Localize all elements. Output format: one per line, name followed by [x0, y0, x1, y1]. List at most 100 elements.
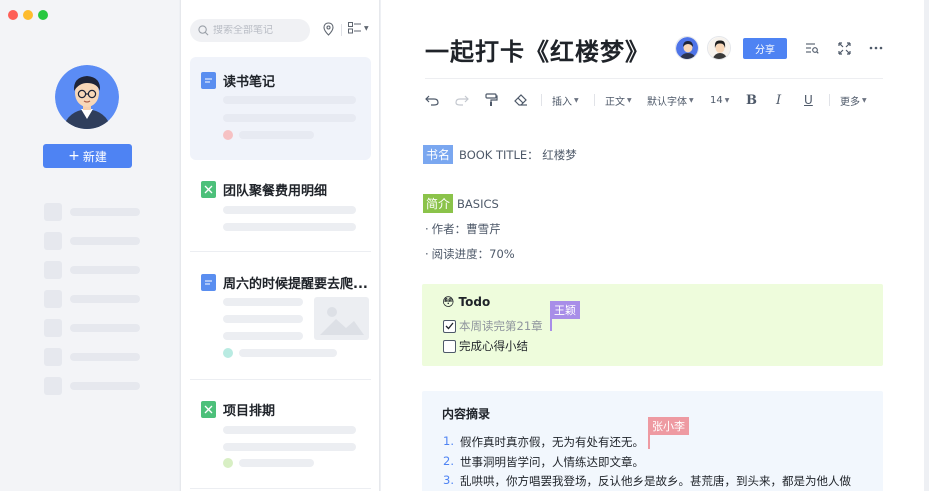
insert-menu-label: 插入: [552, 96, 572, 108]
summary-title: 内容摘录: [442, 407, 491, 421]
summary-list-item: 3. 乱哄哄，你方唱罢我登场，反认他乡是故乡。甚荒唐，到头来，都是为他人做: [443, 473, 851, 488]
todo-item-text: 完成心得小结: [459, 339, 528, 353]
editor-panel: 一起打卡《红楼梦》 分享 插入 ▼ 正文 ▼ 默认字体 ▼ 14 ▼ B I U…: [381, 0, 924, 491]
sidebar-placeholder-item: [44, 203, 140, 221]
maximize-window-button[interactable]: [38, 10, 48, 20]
summary-list-item: 2. 世事洞明皆学问，人情练达即文章。: [443, 454, 644, 469]
sidebar-placeholder-item: [44, 290, 140, 308]
chevron-down-icon: ▼: [862, 96, 867, 104]
sidebar-placeholder-item: [44, 348, 140, 366]
flushed-face-emoji: 😳: [442, 295, 455, 309]
collaborator-avatar[interactable]: [707, 36, 731, 60]
chevron-down-icon: ▼: [627, 96, 632, 104]
paragraph-style-label: 正文: [605, 96, 625, 108]
chevron-down-icon: ▼: [364, 24, 369, 32]
fullscreen-icon[interactable]: [836, 40, 852, 56]
minimize-window-button[interactable]: [23, 10, 33, 20]
note-item-reading[interactable]: 读书笔记: [190, 57, 371, 160]
todo-title: 😳 Todo: [442, 295, 490, 309]
note-item-project-schedule[interactable]: 项目排期: [190, 389, 371, 484]
author-text: 作者：曹雪芹: [431, 222, 501, 236]
format-toolbar: 插入 ▼ 正文 ▼ 默认字体 ▼ 14 ▼ B I U 更多 ▼: [425, 90, 883, 110]
sidebar-placeholder-item: [44, 319, 140, 337]
user-avatar[interactable]: [55, 65, 119, 129]
book-title-text: BOOK TITLE： 红楼梦: [459, 147, 577, 162]
sidebar-placeholder-item: [44, 377, 140, 395]
share-button[interactable]: 分享: [743, 38, 787, 59]
chevron-down-icon: ▼: [724, 96, 730, 104]
search-box[interactable]: [190, 19, 310, 42]
format-painter-icon[interactable]: [485, 90, 498, 110]
bold-button[interactable]: B: [746, 90, 757, 110]
doc-icon: [201, 72, 216, 89]
intro-line: 简介 BASICS: [423, 194, 499, 213]
undo-icon[interactable]: [425, 90, 439, 110]
image-thumbnail-icon: [314, 297, 369, 340]
close-window-button[interactable]: [8, 10, 18, 20]
chevron-down-icon: ▼: [574, 96, 579, 104]
window-controls: [8, 10, 48, 20]
doc-icon: [201, 274, 216, 291]
toolbar-divider: [541, 94, 542, 106]
list-divider: [190, 488, 371, 489]
sheet-icon: [201, 401, 216, 418]
new-button[interactable]: + 新建: [43, 144, 132, 168]
book-title-line: 书名 BOOK TITLE： 红楼梦: [423, 145, 577, 164]
todo-item-text: 本周读完第21章: [459, 319, 543, 333]
font-size-label: 14: [710, 94, 723, 106]
font-family-select[interactable]: 默认字体 ▼: [647, 90, 694, 110]
note-item-title: 团队聚餐费用明细: [223, 184, 328, 199]
todo-block: 😳 Todo 本周读完第21章 完成心得小结 王颖: [422, 284, 883, 366]
list-divider: [190, 251, 371, 252]
toolbar-divider: [829, 94, 830, 106]
todo-item[interactable]: 完成心得小结: [443, 338, 528, 354]
author-line: · 作者：曹雪芹: [425, 221, 501, 237]
collaborator-cursor-label: 王颖: [550, 301, 580, 319]
toolbar-divider: [341, 24, 342, 36]
font-family-label: 默认字体: [647, 96, 687, 108]
note-item-saturday-reminder[interactable]: 周六的时候提醒要去爬...: [190, 262, 371, 372]
view-mode-button[interactable]: ▼: [348, 22, 369, 34]
intro-label: BASICS: [457, 196, 499, 211]
more-format-menu[interactable]: 更多 ▼: [840, 90, 867, 110]
list-view-icon: [348, 22, 361, 34]
paragraph-style-select[interactable]: 正文 ▼: [605, 90, 632, 110]
more-options-icon[interactable]: [868, 40, 884, 56]
sidebar-placeholder-item: [44, 232, 140, 250]
summary-list-item: 1. 假作真时真亦假，无为有处有还无。: [443, 434, 644, 449]
new-button-label: 新建: [82, 149, 107, 164]
list-divider: [190, 379, 371, 380]
book-tag: 书名: [423, 145, 454, 164]
search-input[interactable]: [213, 25, 303, 36]
outline-icon[interactable]: [804, 40, 820, 56]
document-title[interactable]: 一起打卡《红楼梦》: [425, 32, 650, 67]
tag-filter-button[interactable]: [322, 22, 335, 36]
insert-menu[interactable]: 插入 ▼: [552, 90, 579, 110]
bullet: ·: [425, 247, 429, 261]
summary-block: 内容摘录 1. 假作真时真亦假，无为有处有还无。 2. 世事洞明皆学问，人情练达…: [422, 391, 883, 491]
underline-button[interactable]: U: [804, 90, 813, 110]
checkbox-unchecked[interactable]: [443, 339, 456, 353]
progress-line: · 阅读进度：70%: [425, 246, 515, 262]
intro-tag: 简介: [423, 194, 454, 213]
note-item-title: 周六的时候提醒要去爬...: [223, 277, 368, 292]
note-list-panel: ▼ 读书笔记 团队聚餐费用明细 周六的时候提醒要去: [180, 0, 380, 491]
chevron-down-icon: ▼: [689, 96, 694, 104]
todo-item[interactable]: 本周读完第21章: [443, 318, 543, 334]
bullet: ·: [425, 222, 429, 236]
redo-icon[interactable]: [455, 90, 469, 110]
todo-title-text: Todo: [458, 295, 491, 309]
note-item-title: 读书笔记: [223, 75, 276, 90]
eraser-icon[interactable]: [514, 90, 528, 110]
sidebar-placeholder-item: [44, 261, 140, 279]
more-format-label: 更多: [840, 96, 860, 108]
note-item-team-dinner[interactable]: 团队聚餐费用明细: [190, 170, 371, 245]
font-size-select[interactable]: 14 ▼: [710, 90, 729, 110]
tag-icon: [323, 22, 334, 36]
collaborator-avatar[interactable]: [675, 36, 699, 60]
note-item-title: 项目排期: [223, 404, 276, 419]
italic-button[interactable]: I: [776, 90, 781, 110]
header-divider: [425, 78, 883, 79]
checkbox-checked[interactable]: [443, 319, 456, 333]
left-sidebar: + 新建: [0, 0, 179, 491]
